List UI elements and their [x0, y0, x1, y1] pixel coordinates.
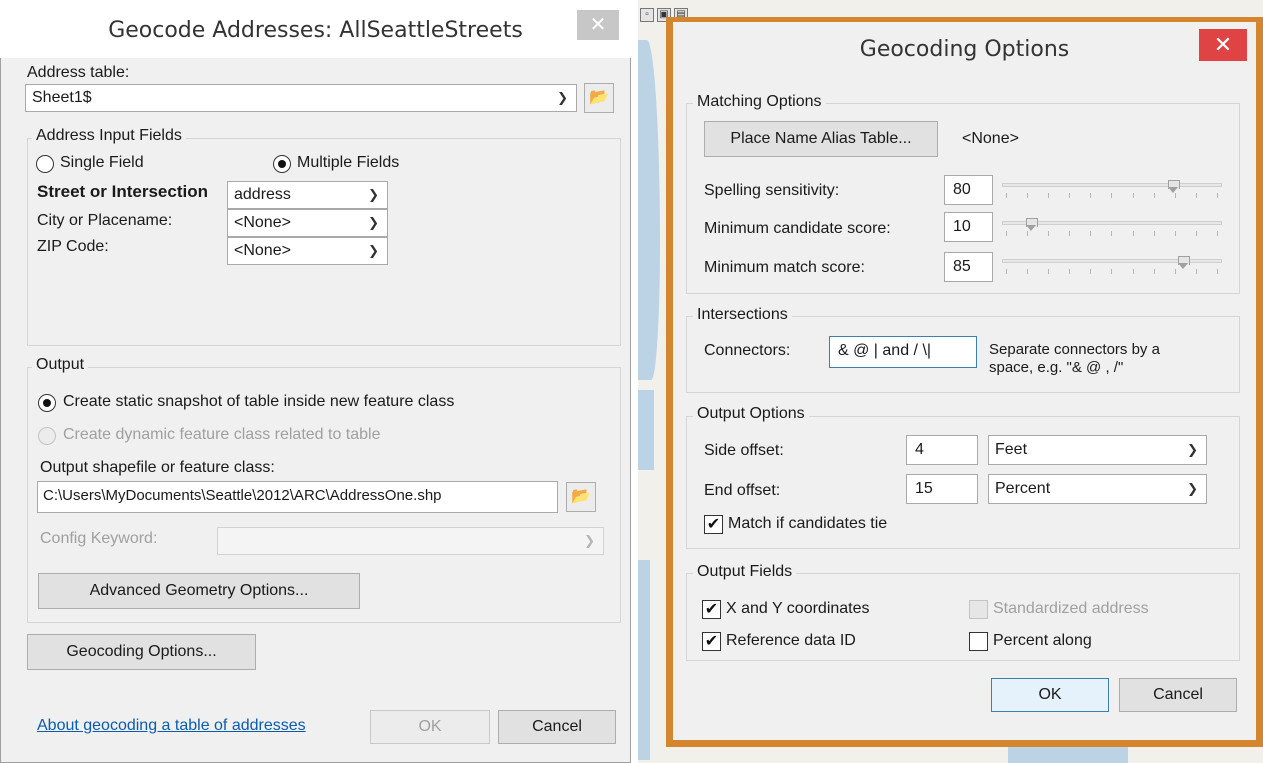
alias-table-value: <None>	[962, 130, 1019, 147]
chevron-down-icon: ❯	[584, 533, 595, 548]
single-field-radio[interactable]	[36, 155, 54, 173]
browse-table-button[interactable]: 📂	[584, 83, 614, 113]
dynamic-class-label: Create dynamic feature class related to …	[63, 426, 381, 443]
zip-field-select[interactable]: <None> ❯	[227, 237, 388, 265]
end-offset-input[interactable]: 15	[906, 474, 978, 504]
options-cancel-button[interactable]: Cancel	[1119, 678, 1237, 712]
checkmark-icon: ✔	[704, 633, 719, 650]
connectors-input[interactable]: & @ | and / \|	[829, 336, 977, 368]
folder-open-icon: 📂	[571, 488, 591, 505]
end-offset-unit-value: Percent	[995, 480, 1051, 497]
geocoding-options-button[interactable]: Geocoding Options...	[27, 634, 256, 670]
close-button[interactable]: ✕	[577, 10, 619, 40]
reference-data-id-checkbox[interactable]: ✔	[702, 632, 721, 651]
min-match-score-label: Minimum match score:	[704, 259, 865, 276]
standardized-address-checkbox[interactable]	[969, 600, 988, 619]
end-offset-unit-select[interactable]: Percent ❯	[988, 474, 1207, 504]
side-offset-unit-select[interactable]: Feet ❯	[988, 435, 1207, 465]
street-field-label: Street or Intersection	[37, 184, 208, 200]
chevron-down-icon: ❯	[368, 187, 379, 202]
min-candidate-score-label: Minimum candidate score:	[704, 220, 891, 237]
chevron-down-icon: ❯	[1187, 442, 1198, 457]
matching-options-title: Matching Options	[693, 93, 826, 111]
min-candidate-score-slider[interactable]	[1002, 218, 1222, 240]
intersections-title: Intersections	[693, 306, 792, 324]
address-table-label: Address table:	[27, 64, 130, 81]
options-close-button[interactable]: ✕	[1199, 29, 1247, 61]
min-candidate-score-input[interactable]: 10	[944, 212, 993, 242]
chevron-down-icon: ❯	[557, 90, 568, 105]
slider-ticks	[1006, 231, 1218, 237]
address-table-value: Sheet1$	[32, 89, 92, 106]
street-label-clip: Street or Intersection	[37, 184, 217, 200]
alias-table-button[interactable]: Place Name Alias Table...	[704, 121, 938, 157]
output-path-input[interactable]: C:\Users\MyDocuments\Seattle\2012\ARC\Ad…	[37, 481, 558, 513]
address-input-fields-title: Address Input Fields	[32, 127, 186, 145]
close-icon: ✕	[1213, 32, 1233, 57]
min-match-score-input[interactable]: 85	[944, 252, 993, 282]
slider-track	[1002, 183, 1222, 187]
percent-along-label: Percent along	[993, 632, 1092, 649]
about-geocoding-link[interactable]: About geocoding a table of addresses	[37, 717, 306, 735]
dialog-title: Geocode Addresses: AllSeattleStreets	[0, 0, 631, 58]
multiple-fields-radio[interactable]	[273, 155, 291, 173]
options-dialog-title: Geocoding Options	[859, 37, 1070, 62]
browse-output-button[interactable]: 📂	[566, 482, 596, 512]
static-snapshot-radio[interactable]	[38, 394, 56, 412]
advanced-geometry-button[interactable]: Advanced Geometry Options...	[38, 573, 360, 609]
connectors-label: Connectors:	[704, 342, 791, 359]
chevron-down-icon: ❯	[368, 215, 379, 230]
slider-ticks	[1006, 193, 1218, 199]
city-field-label: City or Placename:	[37, 212, 173, 229]
multiple-fields-label: Multiple Fields	[297, 154, 400, 171]
spelling-sensitivity-slider[interactable]	[1002, 180, 1222, 202]
ok-button[interactable]: OK	[370, 710, 490, 744]
side-offset-label: Side offset:	[704, 442, 784, 459]
connectors-hint-line-1: Separate connectors by a	[989, 341, 1160, 358]
folder-open-icon: 📂	[589, 89, 609, 106]
side-offset-input[interactable]: 4	[906, 435, 978, 465]
street-field-value: address	[234, 186, 291, 203]
side-offset-unit-value: Feet	[995, 441, 1028, 458]
options-ok-button[interactable]: OK	[991, 678, 1109, 712]
config-keyword-select[interactable]: ❯	[217, 527, 604, 555]
output-fields-title: Output Fields	[693, 563, 797, 581]
zip-field-label: ZIP Code:	[37, 238, 109, 255]
xy-coordinates-checkbox[interactable]: ✔	[702, 600, 721, 619]
address-table-select[interactable]: Sheet1$ ❯	[25, 84, 577, 112]
spelling-sensitivity-input[interactable]: 80	[944, 175, 993, 205]
street-field-select[interactable]: address ❯	[227, 181, 388, 209]
slider-thumb[interactable]	[1026, 218, 1039, 232]
connectors-hint-line-2: space, e.g. "& @ , /"	[989, 359, 1124, 376]
chevron-down-icon: ❯	[368, 243, 379, 258]
match-tie-label: Match if candidates tie	[728, 515, 888, 532]
dynamic-class-radio[interactable]	[38, 427, 56, 445]
end-offset-label: End offset:	[704, 482, 781, 499]
standardized-address-label: Standardized address	[993, 600, 1149, 617]
min-match-score-slider[interactable]	[1002, 256, 1222, 278]
output-path-label: Output shapefile or feature class:	[40, 459, 275, 476]
match-tie-checkbox[interactable]: ✔	[704, 515, 723, 534]
chevron-down-icon: ❯	[1187, 481, 1198, 496]
xy-coordinates-label: X and Y coordinates	[726, 600, 870, 617]
config-keyword-label: Config Keyword:	[40, 530, 158, 547]
zip-field-value: <None>	[234, 242, 291, 259]
spelling-sensitivity-label: Spelling sensitivity:	[704, 182, 840, 199]
cancel-button[interactable]: Cancel	[498, 710, 616, 744]
close-icon: ✕	[589, 14, 607, 36]
output-group-title: Output	[32, 356, 89, 374]
identify-tool-icon[interactable]: ▫	[640, 8, 654, 22]
output-options-title: Output Options	[693, 405, 809, 423]
city-field-select[interactable]: <None> ❯	[227, 209, 388, 237]
percent-along-checkbox[interactable]	[969, 632, 988, 651]
slider-thumb[interactable]	[1177, 256, 1190, 270]
slider-thumb[interactable]	[1167, 180, 1180, 194]
static-snapshot-label: Create static snapshot of table inside n…	[63, 393, 455, 410]
checkmark-icon: ✔	[704, 601, 719, 618]
reference-data-id-label: Reference data ID	[726, 632, 856, 649]
single-field-label: Single Field	[60, 154, 144, 171]
checkmark-icon: ✔	[706, 516, 721, 533]
city-field-value: <None>	[234, 214, 291, 231]
